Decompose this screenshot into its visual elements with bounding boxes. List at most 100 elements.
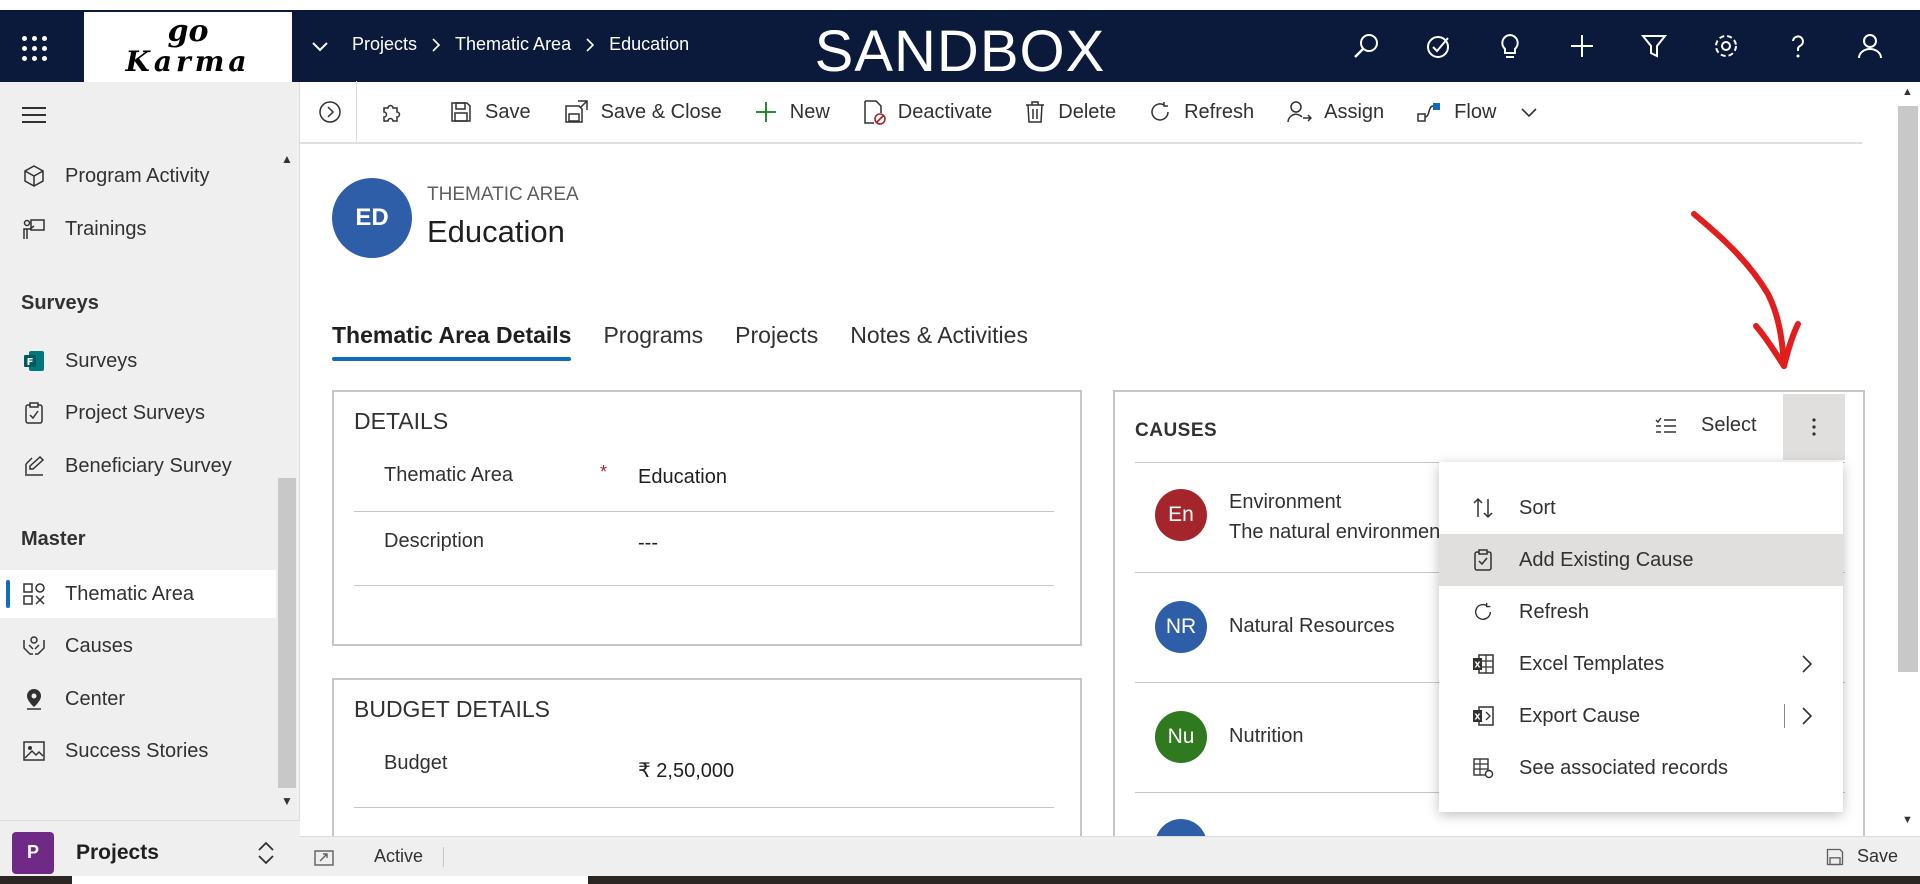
tab-projects[interactable]: Projects [735,322,818,361]
menu-label: Sort [1519,496,1556,519]
assign-button[interactable]: Assign [1270,81,1400,143]
filter-icon[interactable] [1618,30,1690,62]
scroll-down-icon[interactable]: ▼ [281,794,293,808]
save-button[interactable]: Save [433,81,547,143]
chevron-right-icon [1801,654,1813,674]
scrollbar-thumb[interactable] [1898,106,1918,672]
sidebar-item-label: Beneficiary Survey [65,454,232,477]
app-launcher-icon[interactable] [22,36,48,62]
breadcrumb-education[interactable]: Education [609,34,689,55]
records-icon [1469,757,1497,779]
taskbar-edge [0,876,1920,884]
status-save-button[interactable]: Save [1825,846,1898,867]
menu-item-refresh[interactable]: Refresh [1439,586,1843,638]
search-icon[interactable] [1330,30,1402,62]
sidebar-group-master: Master [21,528,86,550]
subgrid-title: CAUSES [1135,420,1218,441]
description-input[interactable]: --- [638,532,658,555]
task-check-icon[interactable] [1402,30,1474,62]
company-logo[interactable]: go Karma [84,12,292,82]
subgrid-overflow-menu: Sort Add Existing Cause Refresh X Excel … [1439,462,1843,812]
cube-icon [21,163,47,189]
cause-avatar: NR [1155,601,1207,653]
help-icon[interactable] [1762,30,1834,62]
record-status: Active [374,846,424,866]
user-icon[interactable] [1834,30,1906,62]
scroll-up-icon[interactable]: ▲ [281,152,293,166]
open-new-window-icon[interactable] [314,848,334,866]
flow-button[interactable]: Flow [1400,81,1512,143]
save-close-button[interactable]: Save & Close [547,81,738,143]
plus-icon[interactable] [1546,30,1618,62]
cause-name[interactable]: Nutrition [1229,725,1303,748]
select-button[interactable]: Select [1655,414,1757,437]
menu-item-add-existing-cause[interactable]: Add Existing Cause [1439,534,1843,586]
grid-icon [21,581,47,607]
sidebar-item-label: Program Activity [65,164,210,187]
header-actions [1330,30,1906,62]
sidebar-item-surveys[interactable]: F Surveys [0,337,276,385]
menu-item-export-cause[interactable]: X Export Cause [1439,690,1843,742]
menu-item-excel-templates[interactable]: X Excel Templates [1439,638,1843,690]
chevron-right-icon[interactable] [1801,706,1813,726]
new-label: New [789,100,830,123]
gear-icon[interactable] [1690,30,1762,62]
sidebar-group-surveys: Surveys [21,292,99,314]
sidebar-item-center[interactable]: Center [0,675,276,723]
sidebar-item-success-stories[interactable]: Success Stories [0,727,276,775]
scroll-down-icon[interactable]: ▼ [1902,814,1913,826]
breadcrumb-projects[interactable]: Projects [352,34,417,55]
field-thematic-area: Thematic Area * Education [354,448,1054,512]
new-button[interactable]: New [738,81,846,143]
plus-icon [754,100,778,124]
tab-thematic-area-details[interactable]: Thematic Area Details [332,322,572,361]
puzzle-button[interactable] [357,81,433,143]
back-button[interactable] [300,81,356,143]
svg-text:F: F [27,357,34,368]
top-strip [0,0,1920,10]
cause-name[interactable]: Natural Resources [1229,615,1395,638]
delete-button[interactable]: Delete [1008,81,1132,143]
cause-description: The natural environment [1229,521,1439,543]
sidebar-scrollbar[interactable] [278,478,296,788]
chevron-up-down-icon[interactable] [256,841,276,865]
menu-item-see-associated-records[interactable]: See associated records [1439,742,1843,794]
cause-name[interactable]: Environment [1229,491,1341,514]
more-options-button[interactable] [1783,394,1845,460]
forms-icon: F [21,348,47,374]
status-bar: Active Save [300,836,1920,876]
deactivate-button[interactable]: Deactivate [846,81,1009,143]
sidebar-item-program-activity[interactable]: Program Activity [0,152,276,200]
breadcrumb-thematic-area[interactable]: Thematic Area [455,34,571,55]
budget-input[interactable]: ₹ 2,50,000 [638,758,734,783]
lightbulb-icon[interactable] [1474,30,1546,62]
hamburger-menu-icon[interactable] [22,106,46,124]
sidebar-item-label: Thematic Area [65,582,194,605]
field-budget: Budget ₹ 2,50,000 [354,736,1054,808]
more-commands-button[interactable] [1512,81,1546,143]
training-icon [21,216,47,242]
sidebar-item-project-surveys[interactable]: Project Surveys [0,389,276,437]
sidebar-item-causes[interactable]: Causes [0,622,276,670]
chevron-down-icon[interactable] [310,36,330,56]
deactivate-icon [862,99,886,125]
sidebar-item-thematic-area[interactable]: Thematic Area [0,570,276,618]
sidebar-item-beneficiary-survey[interactable]: Beneficiary Survey [0,442,276,490]
image-icon [21,738,47,764]
scroll-up-icon[interactable]: ▲ [1902,86,1913,98]
thematic-area-input[interactable]: Education [638,466,727,489]
export-icon: X [1469,705,1497,727]
split-divider [1784,704,1785,728]
sidebar-item-label: Surveys [65,349,138,372]
page-scrollbar[interactable]: ▲ ▼ [1896,82,1920,836]
area-switcher[interactable]: P Projects [0,820,300,884]
sidebar-item-trainings[interactable]: Trainings [0,205,276,253]
tab-programs[interactable]: Programs [603,322,703,361]
save-label: Save [485,100,531,123]
menu-label: See associated records [1519,756,1729,779]
tab-notes-activities[interactable]: Notes & Activities [850,322,1028,361]
save-icon [449,100,473,124]
menu-item-sort[interactable]: Sort [1439,482,1843,534]
field-description: Description --- [354,514,1054,586]
refresh-button[interactable]: Refresh [1132,81,1270,143]
